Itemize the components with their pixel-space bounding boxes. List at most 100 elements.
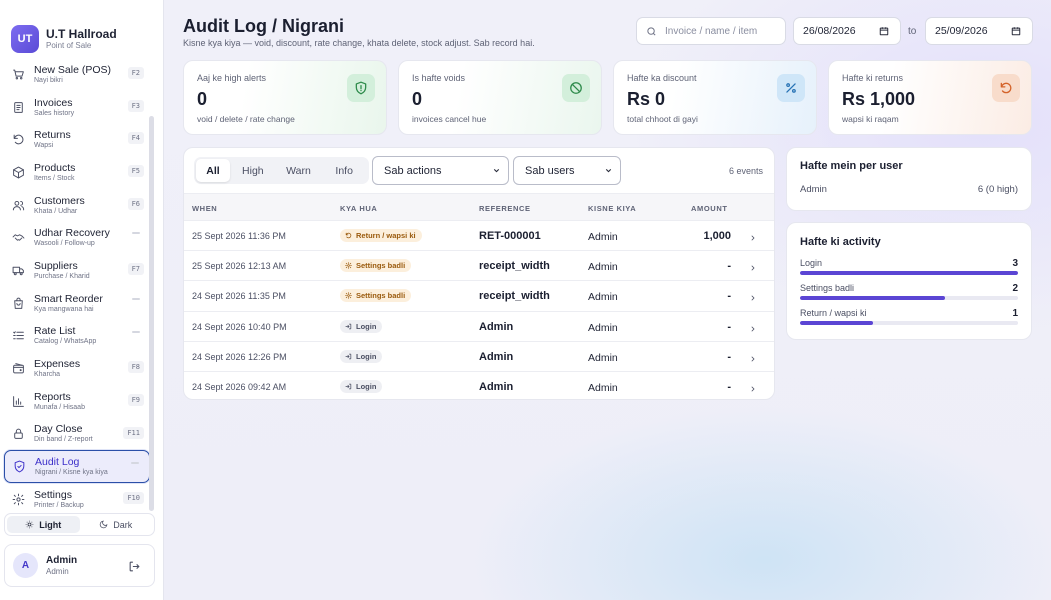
sidebar-item-sub: Wapsi: [34, 142, 54, 150]
chevron-right-icon: [751, 265, 755, 271]
audit-log-table: All High Warn Info Sab actions Sab users 6 …: [183, 147, 775, 400]
sidebar-item-audit-log[interactable]: Audit Log Nigrani / Kisne kya kiya: [4, 450, 150, 483]
date-from-input[interactable]: 26/08/2026: [793, 17, 901, 45]
sidebar-item-invoices[interactable]: Invoices Sales history F3: [4, 91, 150, 124]
sidebar-item-label: Invoices: [34, 96, 73, 109]
bag-icon: [11, 296, 25, 310]
search-input[interactable]: [665, 25, 775, 37]
activity-count: 2: [1012, 283, 1018, 294]
table-row[interactable]: 24 Sept 2026 11:35 PM Settings badli recei…: [184, 281, 774, 312]
row-user: Admin: [588, 381, 618, 394]
row-reference: receipt_width: [479, 290, 550, 303]
wallet-icon: [11, 362, 25, 376]
status-badge: Login: [340, 379, 383, 393]
tab-info[interactable]: Info: [321, 159, 367, 182]
shortcut-placeholder: [132, 232, 140, 235]
chart-icon: [12, 395, 24, 407]
chevron-right-icon[interactable]: [749, 259, 757, 277]
undo-icon: [1000, 82, 1012, 94]
table-row[interactable]: 25 Sept 2026 11:36 PM Return / wapsi ki RE…: [184, 221, 774, 252]
calendar-icon[interactable]: [879, 26, 889, 39]
date-to-input[interactable]: 25/09/2026: [925, 17, 1033, 45]
search-box: [636, 17, 786, 45]
row-when: 24 Sept 2026 12:26 PM: [192, 351, 287, 362]
row-reference: Admin: [479, 320, 514, 333]
sun-icon: [26, 520, 34, 529]
events-count: 6 events: [728, 166, 763, 176]
logout-button[interactable]: [128, 560, 141, 578]
sidebar-item-label: Day Close: [34, 423, 83, 436]
handshake-icon: [11, 231, 25, 245]
activity-row: Login 3: [800, 258, 1018, 275]
row-amount: -: [727, 290, 731, 303]
tab-warn[interactable]: Warn: [276, 159, 322, 182]
login-icon: [345, 383, 352, 390]
row-amount: -: [727, 320, 731, 333]
sidebar-item-suppliers[interactable]: Suppliers Purchase / Kharid F7: [4, 254, 150, 287]
sidebar-item-day-close[interactable]: Day Close Din band / Z-report F11: [4, 418, 150, 451]
chevron-right-icon[interactable]: [749, 229, 757, 247]
activity-count: 3: [1012, 258, 1018, 269]
user-filter-select[interactable]: Sab users: [513, 156, 621, 185]
stat-sub: total chhoot di gayi: [627, 114, 698, 124]
row-when: 24 Sept 2026 11:35 PM: [192, 291, 286, 302]
tab-high[interactable]: High: [230, 159, 276, 182]
gear-icon: [345, 292, 352, 300]
stat-sub: void / delete / rate change: [197, 114, 295, 124]
sidebar-item-new-sale[interactable]: New Sale (POS) Nayi bikri F2: [4, 58, 150, 91]
status-badge: Settings badli: [340, 259, 412, 273]
sidebar-item-sub: Kharcha: [34, 371, 61, 379]
shield-icon: [14, 460, 24, 473]
table-row[interactable]: 25 Sept 2026 12:13 AM Settings badli recei…: [184, 251, 774, 282]
action-filter-select[interactable]: Sab actions: [372, 156, 509, 185]
tab-all[interactable]: All: [196, 159, 230, 182]
filter-bar: All High Warn Info Sab actions Sab users 6 …: [184, 148, 774, 193]
chevron-right-icon[interactable]: [749, 320, 757, 338]
sidebar-item-products[interactable]: Products Items / Stock F5: [4, 156, 150, 189]
sidebar-item-reports[interactable]: Reports Munafa / Hisaab F9: [4, 385, 150, 418]
sidebar-item-sub: Catalog / WhatsApp: [34, 338, 97, 346]
table-row[interactable]: 24 Sept 2026 10:40 PM Login Admin Admin -: [184, 312, 774, 342]
moon-icon: [100, 520, 108, 529]
theme-light-button[interactable]: Light: [7, 516, 80, 533]
activity-bar-fill: [800, 271, 1018, 275]
sidebar-item-returns[interactable]: Returns Wapsi F4: [4, 123, 150, 156]
chevron-right-icon[interactable]: [749, 350, 757, 368]
sidebar-item-expenses[interactable]: Expenses Kharcha F8: [4, 352, 150, 385]
sidebar-item-label: Reports: [34, 390, 71, 403]
sidebar-item-label: Returns: [34, 129, 71, 142]
theme-dark-label: Dark: [113, 519, 133, 530]
sidebar-item-udhar-recovery[interactable]: Udhar Recovery Wasooli / Follow-up: [4, 221, 150, 254]
sidebar-item-rate-list[interactable]: Rate List Catalog / WhatsApp: [4, 320, 150, 353]
chevron-right-icon[interactable]: [749, 380, 757, 398]
activity-list: Login 3 Settings badli 2 Return / wapsi ki 1: [800, 258, 1018, 325]
col-when: WHEN: [192, 204, 218, 213]
chevron-right-icon[interactable]: [749, 289, 757, 307]
badge-label: Settings badli: [356, 261, 406, 271]
shortcut-key: F9: [127, 393, 144, 406]
table-row[interactable]: 24 Sept 2026 09:42 AM Login Admin Admin -: [184, 372, 774, 399]
badge-label: Login: [356, 321, 377, 331]
sidebar-item-label: Udhar Recovery: [34, 227, 110, 240]
table-row[interactable]: 24 Sept 2026 12:26 PM Login Admin Admin -: [184, 342, 774, 372]
sidebar-scrollbar[interactable]: [149, 116, 154, 511]
brand-name: U.T Hallroad: [46, 26, 117, 41]
calendar-icon[interactable]: [1011, 26, 1021, 39]
row-when: 25 Sept 2026 11:36 PM: [192, 231, 286, 241]
sidebar-item-customers[interactable]: Customers Khata / Udhar F6: [4, 189, 150, 222]
shortcut-key: F11: [123, 426, 144, 439]
theme-dark-button[interactable]: Dark: [80, 516, 153, 533]
row-when: 24 Sept 2026 09:42 AM: [192, 381, 287, 392]
col-kisne-kiya: KISNE KIYA: [588, 204, 637, 213]
sidebar-item-settings[interactable]: Settings Printer / Backup F10: [4, 483, 150, 516]
activity-bar-fill: [800, 321, 873, 325]
sidebar-item-smart-reorder[interactable]: Smart Reorder Kya mangwana hai: [4, 287, 150, 320]
stat-card: Aaj ke high alerts 0 void / delete / rate …: [183, 60, 387, 135]
per-user-title: Hafte mein per user: [800, 160, 903, 172]
status-badge: Login: [340, 319, 383, 333]
stat-sub: invoices cancel hue: [412, 114, 487, 124]
sidebar-item-label: Audit Log: [35, 456, 80, 469]
user-filter-value: Sab users: [525, 164, 575, 177]
shield-icon: [12, 460, 26, 474]
row-when: 25 Sept 2026 12:13 AM: [192, 261, 287, 272]
